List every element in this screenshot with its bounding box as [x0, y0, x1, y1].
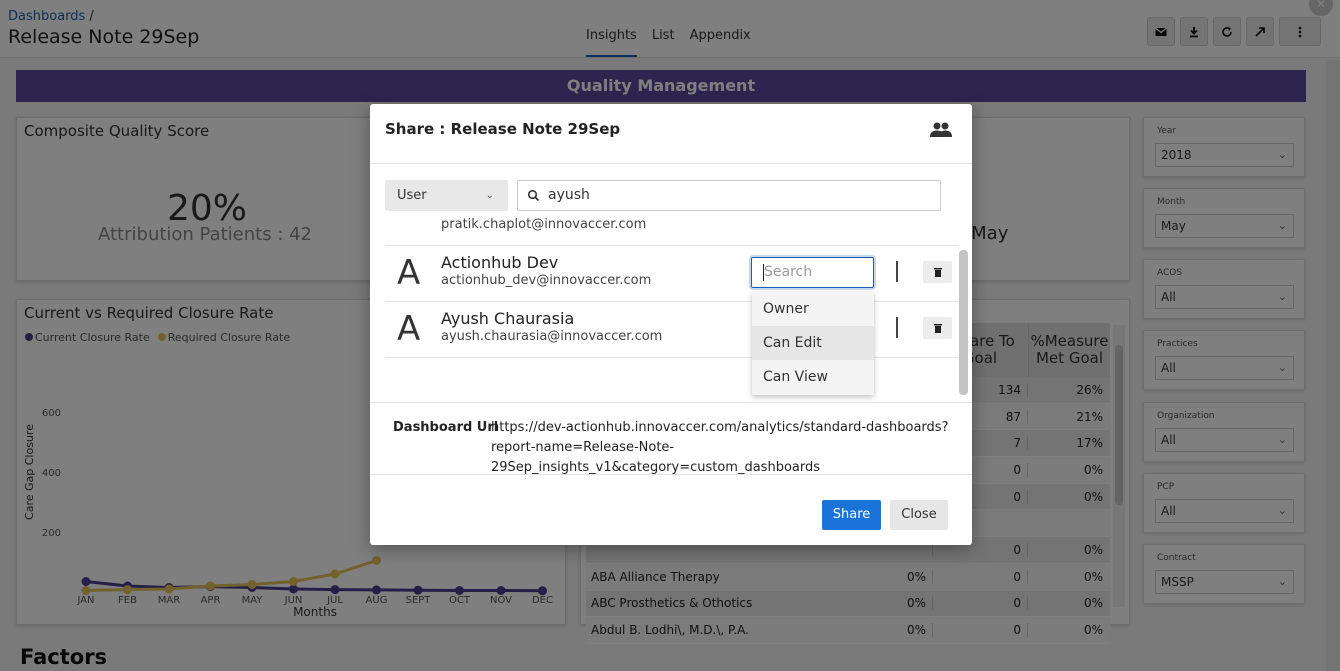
remove-user-button[interactable]	[923, 261, 952, 283]
search-icon	[527, 189, 540, 202]
trash-icon	[933, 324, 942, 333]
remove-user-button[interactable]	[923, 317, 952, 339]
share-type-value: User	[397, 188, 427, 203]
modal-title: Share : Release Note 29Sep	[385, 120, 621, 138]
dashboard-url[interactable]: https://dev-actionhub.innovaccer.com/ana…	[491, 418, 951, 478]
user-row: pratik.chaplot@innovaccer.com	[385, 212, 959, 246]
divider	[896, 261, 898, 282]
permission-search-input[interactable]: Search	[751, 257, 874, 288]
share-button[interactable]: Share	[822, 500, 881, 530]
avatar: A	[397, 253, 421, 293]
user-email: actionhub_dev@innovaccer.com	[441, 273, 652, 288]
text-caret	[763, 264, 764, 281]
chevron-down-icon: ⌄	[485, 190, 494, 201]
permission-placeholder: Search	[764, 264, 813, 280]
permission-dropdown: Owner Can Edit Can View	[752, 292, 874, 395]
dashboard-url-label: Dashboard Url	[393, 420, 499, 435]
avatar: A	[397, 309, 421, 349]
modal-divider-mid	[370, 402, 972, 403]
people-icon	[930, 122, 952, 137]
share-modal: Share : Release Note 29Sep User ⌄ ayush …	[370, 104, 972, 545]
user-list-scrollbar[interactable]	[959, 250, 968, 395]
user-email: ayush.chaurasia@innovaccer.com	[441, 329, 663, 344]
divider	[896, 317, 898, 338]
permission-option-can-edit[interactable]: Can Edit	[752, 326, 874, 360]
share-type-select[interactable]: User ⌄	[385, 180, 508, 211]
close-button[interactable]: Close	[890, 500, 948, 530]
search-value: ayush	[548, 187, 590, 203]
permission-option-can-view[interactable]: Can View	[752, 360, 874, 394]
user-search-input[interactable]: ayush	[517, 180, 941, 211]
user-email: pratik.chaplot@innovaccer.com	[441, 217, 647, 232]
modal-divider-top	[370, 163, 972, 164]
modal-divider-bottom	[370, 474, 972, 475]
trash-icon	[933, 268, 942, 277]
user-name: Actionhub Dev	[441, 253, 559, 272]
user-name: Ayush Chaurasia	[441, 309, 575, 328]
permission-option-owner[interactable]: Owner	[752, 292, 874, 326]
